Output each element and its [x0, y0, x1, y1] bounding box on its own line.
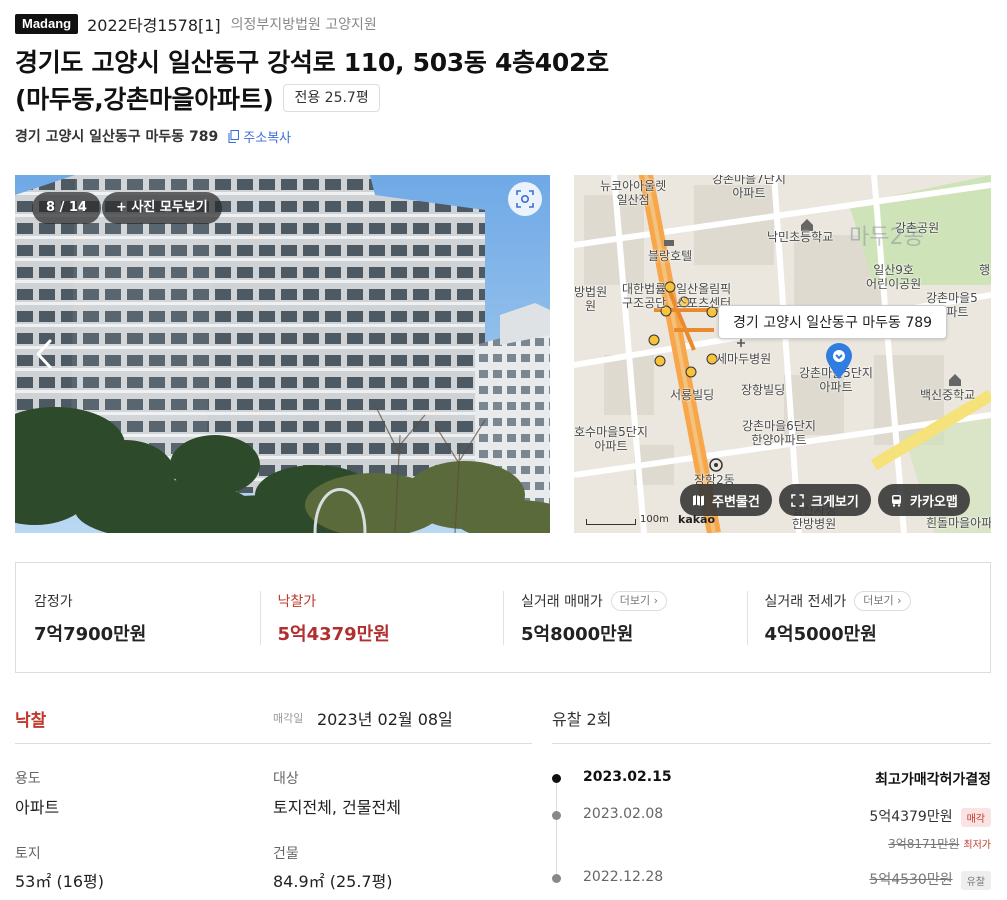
- brand-badge: Madang: [15, 14, 79, 34]
- history-date: 2023.02.08: [583, 806, 664, 822]
- map-scale: 100m: [586, 514, 669, 525]
- timeline-dot: [552, 874, 561, 883]
- map-address-callout: 경기 고양시 일산동구 마두동 789: [718, 305, 948, 339]
- kakaomap-label: 카카오맵: [910, 494, 958, 510]
- court-name: 의정부지방법원 고양지원: [230, 17, 377, 33]
- sold-tag: 매각: [960, 807, 991, 827]
- copy-address-button[interactable]: 주소복사: [228, 127, 291, 146]
- price-label: 낙찰가: [277, 594, 317, 610]
- map-label: 방법원 원: [574, 285, 608, 313]
- expand-icon: [791, 493, 804, 507]
- expand-map-label: 크게보기: [811, 494, 859, 510]
- auction-status: 낙찰: [15, 711, 47, 731]
- price-actual-sale: 실거래 매매가 더보기 › 5억8000만원: [503, 563, 747, 672]
- map-icon: [693, 494, 704, 506]
- map-label: 행: [979, 263, 991, 277]
- timeline-dot: [552, 774, 561, 783]
- sale-date: 2023년 02월 08일: [317, 710, 453, 729]
- nearby-items-button[interactable]: 주변물건: [680, 484, 772, 516]
- bid-price: 5억4379만원: [869, 809, 953, 825]
- history-date: 2022.12.28: [583, 869, 664, 885]
- divider: [15, 743, 532, 744]
- map-label: 뉴코아아울렛 일산점: [600, 179, 667, 207]
- map-label: 대한법률 구조공단: [622, 282, 667, 310]
- min-price-row: 3억8171만원 최저가: [888, 835, 991, 852]
- history-date: 2023.02.15: [583, 769, 672, 785]
- address-line1: 경기도 고양시 일산동구 강석로 110, 503동 4층402호: [15, 48, 609, 77]
- area-badge: 전용 25.7평: [283, 84, 380, 112]
- map-label: 장항빌딩: [741, 383, 786, 397]
- price-summary: 감정가 7억7900만원 낙찰가 5억4379만원 실거래 매매가 더보기 › …: [15, 562, 991, 673]
- sale-date-label: 매각일: [273, 712, 304, 725]
- bid-price: 5억4530만원: [869, 872, 953, 888]
- price-value: 5억8000만원: [521, 624, 634, 645]
- building-label: 건물: [273, 846, 299, 862]
- min-price-label: 최저가: [963, 840, 991, 851]
- more-button[interactable]: 더보기 ›: [854, 591, 911, 611]
- photo-counter: 8 / 14: [32, 192, 101, 224]
- price-appraisal: 감정가 7억7900만원: [16, 563, 260, 672]
- price-winning-bid: 낙찰가 5억4379만원: [259, 563, 504, 672]
- map-label: 낙민초등학교: [767, 230, 834, 244]
- kakaomap-button[interactable]: 카카오맵: [878, 484, 970, 516]
- kakao-logo: kakao: [678, 513, 716, 526]
- expand-map-button[interactable]: 크게보기: [779, 484, 871, 516]
- map-label: 세마두병원: [716, 352, 772, 366]
- land-value: 53㎡ (16평): [15, 872, 105, 891]
- map-label: 일산9호 어린이공원: [866, 263, 922, 291]
- land-label: 토지: [15, 846, 41, 862]
- case-header: Madang 2022타경1578[1] 의정부지방법원 고양지원: [15, 12, 377, 36]
- history-result: 5억4379만원 매각: [869, 806, 991, 827]
- photo-zoom-button[interactable]: [508, 182, 542, 216]
- use-label: 용도: [15, 771, 41, 787]
- case-number: 2022타경1578[1]: [87, 16, 221, 35]
- history-title: 유찰 2회: [552, 710, 612, 729]
- timeline-dot: [552, 811, 561, 820]
- page-title: 경기도 고양시 일산동구 강석로 110, 503동 4층402호 (마두동,강…: [15, 44, 635, 118]
- location-pin-icon: [826, 343, 852, 379]
- use-value: 아파트: [15, 798, 60, 817]
- address-line2: (마두동,강촌마을아파트): [15, 85, 274, 114]
- map-label: 호수마을5단지 아파트: [574, 425, 648, 453]
- map-label: 마두2동: [849, 225, 924, 250]
- map-label: 강촌마을7단지 아파트: [712, 175, 786, 200]
- chevron-left-icon[interactable]: [33, 338, 55, 370]
- timeline-line: [556, 778, 557, 880]
- failed-tag: 유찰: [960, 870, 991, 890]
- map-label: 블랑호텔: [648, 249, 693, 263]
- jibun-row: 경기 고양시 일산동구 마두동 789 주소복사: [15, 126, 291, 146]
- jibun-address: 경기 고양시 일산동구 마두동 789: [15, 129, 219, 145]
- photo-carousel[interactable]: 8 / 14 + 사진 모두보기: [15, 175, 550, 533]
- nearby-items-label: 주변물건: [712, 494, 760, 510]
- map-scale-bar: [586, 519, 636, 525]
- min-price: 3억8171만원: [888, 837, 960, 851]
- bus-icon: [892, 494, 901, 507]
- map-scale-label: 100m: [640, 514, 669, 525]
- price-actual-jeonse: 실거래 전세가 더보기 › 4억5000만원: [746, 563, 991, 672]
- price-value: 5억4379만원: [277, 624, 390, 645]
- map-label: 서룡빌딩: [670, 388, 715, 402]
- history-result: 최고가매각허가결정: [875, 772, 991, 788]
- apartment-photo: [15, 175, 550, 533]
- divider: [552, 743, 991, 744]
- price-label: 실거래 전세가: [764, 594, 847, 610]
- target-value: 토지전체, 건물전체: [273, 798, 401, 817]
- copy-icon: [228, 129, 240, 143]
- price-label: 감정가: [34, 594, 73, 610]
- map-label: 백신중학교: [920, 388, 976, 402]
- building-value: 84.9㎡ (25.7평): [273, 872, 393, 891]
- view-all-photos-button[interactable]: + 사진 모두보기: [102, 192, 222, 224]
- location-map[interactable]: 뉴코아아울렛 일산점 강촌마을7단지 아파트 낙민초등학교 강촌공원 마두2동 …: [574, 175, 991, 533]
- target-label: 대상: [273, 771, 299, 787]
- history-result: 5억4530만원 유찰: [869, 869, 991, 890]
- price-value: 7억7900만원: [34, 624, 147, 645]
- more-button[interactable]: 더보기 ›: [610, 591, 668, 611]
- price-label: 실거래 매매가: [521, 594, 603, 610]
- map-label: 흰돌마을아파: [926, 516, 991, 530]
- price-value: 4억5000만원: [764, 624, 877, 645]
- copy-address-label: 주소복사: [243, 130, 292, 146]
- map-label: 강촌마을6단지 한양아파트: [742, 419, 816, 447]
- focus-icon: [516, 190, 534, 208]
